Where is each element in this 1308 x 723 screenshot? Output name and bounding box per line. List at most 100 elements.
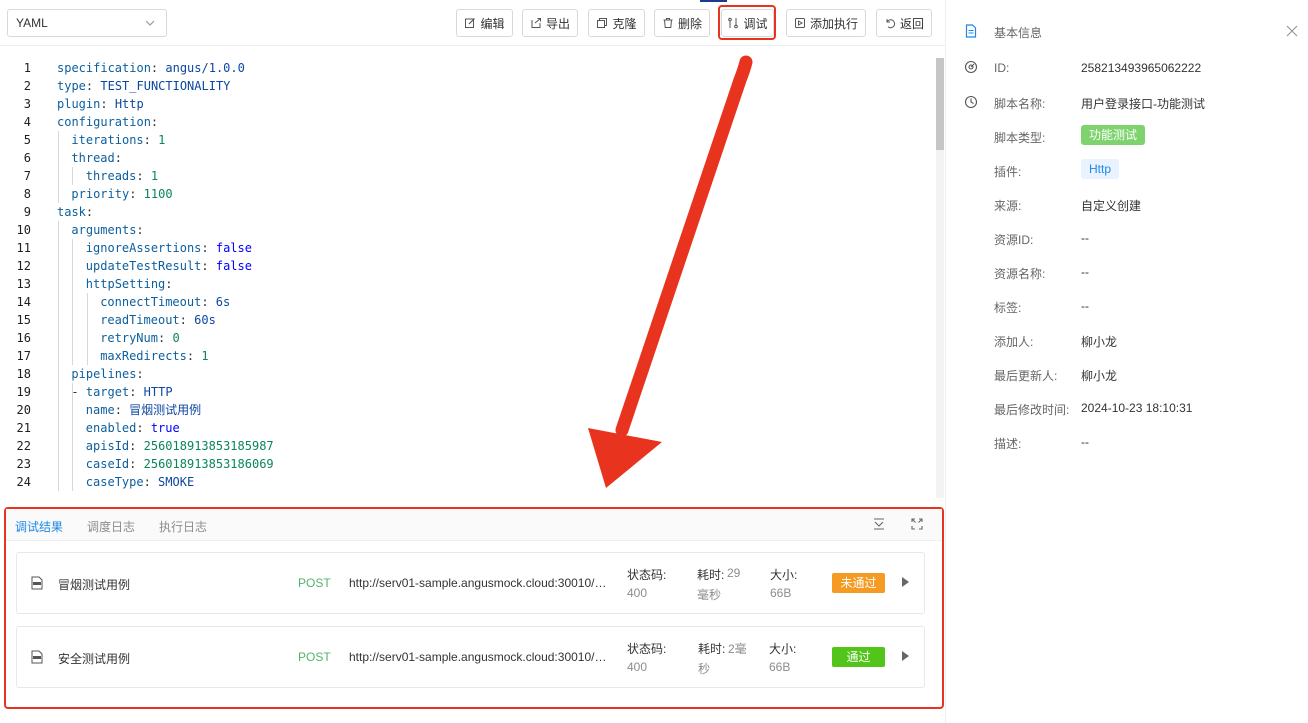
back-button-label: 返回 bbox=[899, 16, 924, 31]
line-number: 14 bbox=[16, 295, 31, 309]
indent-guide bbox=[72, 167, 74, 185]
format-select-value: YAML bbox=[16, 16, 48, 30]
last-modified-label: 最后修改时间: bbox=[994, 403, 1070, 417]
result-item[interactable]: 冒烟测试用例 POST http://serv01-sample.angusmo… bbox=[16, 552, 925, 614]
indent-guide bbox=[72, 383, 74, 491]
http-method: POST bbox=[298, 576, 331, 590]
status-code-value: 400 bbox=[627, 586, 648, 600]
line-number: 3 bbox=[23, 97, 31, 111]
line-number: 12 bbox=[16, 259, 31, 273]
resource-id-value: -- bbox=[1081, 231, 1089, 245]
source-value: 自定义创建 bbox=[1081, 199, 1142, 213]
time-unit: 毫秒 bbox=[697, 588, 722, 602]
code-text: iterations: 1 bbox=[71, 133, 166, 147]
line-number: 16 bbox=[16, 331, 31, 345]
back-button[interactable]: 返回 bbox=[876, 9, 932, 37]
format-select[interactable]: YAML bbox=[7, 9, 167, 37]
script-type-tag: 功能测试 bbox=[1081, 125, 1146, 145]
case-name: 安全测试用例 bbox=[58, 652, 131, 666]
time-unit: 秒 bbox=[698, 662, 711, 676]
code-text: updateTestResult: false bbox=[85, 259, 252, 273]
close-icon[interactable] bbox=[1285, 24, 1299, 38]
code-text: priority: 1100 bbox=[71, 187, 173, 201]
status-code-label: 状态码: bbox=[627, 642, 667, 656]
code-text: httpSetting: bbox=[85, 277, 173, 291]
case-name: 冒烟测试用例 bbox=[58, 578, 131, 592]
line-number: 18 bbox=[16, 367, 31, 381]
request-url: http://serv01-sample.angusmock.cloud:300… bbox=[349, 576, 609, 590]
fullscreen-icon[interactable] bbox=[910, 517, 924, 531]
code-text: plugin: Http bbox=[57, 97, 144, 111]
plugin-tag: Http bbox=[1081, 159, 1120, 179]
yaml-code-editor[interactable]: 1 specification: angus/1.0.0 2 type: TEST_F… bbox=[0, 58, 946, 498]
back-icon bbox=[886, 19, 895, 29]
expand-caret-icon[interactable] bbox=[902, 651, 909, 661]
add-execution-icon bbox=[794, 18, 805, 28]
line-number: 23 bbox=[16, 457, 31, 471]
code-text: name: 冒烟测试用例 bbox=[85, 403, 202, 417]
time-label: 耗时: bbox=[698, 642, 726, 656]
script-name-label: 脚本名称: bbox=[994, 97, 1046, 111]
indent-guide bbox=[58, 131, 59, 203]
copy-icon bbox=[597, 18, 608, 28]
code-text: apisId: 256018913853185987 bbox=[85, 439, 274, 453]
tab-schedule-log[interactable]: 调度日志 bbox=[87, 518, 135, 535]
line-number: 11 bbox=[16, 241, 31, 255]
line-number: 8 bbox=[23, 187, 31, 201]
clone-button-label: 克隆 bbox=[612, 16, 637, 31]
code-text: task: bbox=[57, 205, 94, 219]
last-updater-label: 最后更新人: bbox=[994, 369, 1058, 383]
line-number: 2 bbox=[23, 79, 31, 93]
collapse-panel-icon[interactable] bbox=[872, 517, 886, 531]
add-execution-button[interactable]: 添加执行 bbox=[786, 9, 866, 37]
line-number: 15 bbox=[16, 313, 31, 327]
delete-button[interactable]: 删除 bbox=[654, 9, 710, 37]
edit-button-label: 编辑 bbox=[480, 16, 505, 31]
sidebar-title: 基本信息 bbox=[994, 26, 1043, 40]
info-sidebar: 基本信息 ID: 258213493965062222 脚本名称: 用户登录接口… bbox=[946, 0, 1308, 723]
resource-name-label: 资源名称: bbox=[994, 267, 1046, 281]
line-number: 20 bbox=[16, 403, 31, 417]
tab-execution-log[interactable]: 执行日志 bbox=[159, 518, 207, 535]
script-type-label: 脚本类型: bbox=[994, 131, 1046, 145]
line-number: 4 bbox=[23, 115, 31, 129]
test-case-icon bbox=[31, 650, 43, 664]
tab-debug-results[interactable]: 调试结果 bbox=[15, 518, 63, 535]
code-text: ignoreAssertions: false bbox=[85, 241, 252, 255]
result-status-badge: 未通过 bbox=[832, 573, 885, 593]
editor-scrollbar-thumb[interactable] bbox=[936, 58, 944, 150]
line-number: 9 bbox=[23, 205, 31, 219]
result-item[interactable]: 安全测试用例 POST http://serv01-sample.angusmo… bbox=[16, 626, 925, 688]
description-value: -- bbox=[1081, 435, 1089, 449]
line-number: 7 bbox=[23, 169, 31, 183]
trash-icon bbox=[663, 18, 673, 28]
last-updater-value: 柳小龙 bbox=[1081, 369, 1118, 383]
result-status-badge: 通过 bbox=[832, 647, 885, 667]
export-button[interactable]: 导出 bbox=[522, 9, 578, 37]
code-text: specification: angus/1.0.0 bbox=[57, 61, 245, 75]
source-label: 来源: bbox=[994, 199, 1022, 213]
resource-id-label: 资源ID: bbox=[994, 233, 1034, 247]
plugin-label: 插件: bbox=[994, 165, 1022, 179]
code-text: caseType: SMOKE bbox=[85, 475, 195, 489]
debug-highlight-box bbox=[718, 5, 776, 40]
code-text: retryNum: 0 bbox=[100, 331, 180, 345]
code-text: pipelines: bbox=[71, 367, 144, 381]
code-text: readTimeout: 60s bbox=[100, 313, 216, 327]
line-number: 17 bbox=[16, 349, 31, 363]
resource-name-value: -- bbox=[1081, 265, 1089, 279]
target-icon[interactable] bbox=[964, 60, 978, 74]
line-number: 21 bbox=[16, 421, 31, 435]
clone-button[interactable]: 克隆 bbox=[588, 9, 645, 37]
export-button-label: 导出 bbox=[545, 16, 570, 31]
status-code-value: 400 bbox=[627, 660, 648, 674]
clock-icon[interactable] bbox=[964, 95, 978, 109]
creator-value: 柳小龙 bbox=[1081, 335, 1118, 349]
edit-button[interactable]: 编辑 bbox=[456, 9, 513, 37]
line-number: 6 bbox=[23, 151, 31, 165]
code-text: - target: HTTP bbox=[71, 385, 173, 399]
top-accent-bar bbox=[700, 0, 727, 2]
line-number: 24 bbox=[16, 475, 31, 489]
expand-caret-icon[interactable] bbox=[902, 577, 909, 587]
time-label: 耗时: bbox=[697, 568, 725, 582]
